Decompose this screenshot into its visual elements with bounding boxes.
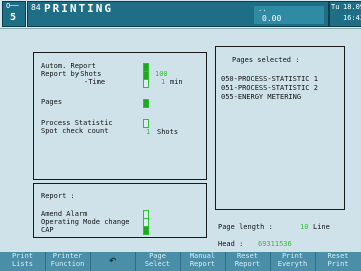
date-label: 18.09.0 — [343, 3, 361, 11]
printing-screen: O── 5 84 PRINTING .. 0.00 Tu 18.09.0 16:… — [0, 0, 361, 271]
page-title: PRINTING — [44, 2, 113, 15]
report-by-time-checkbox[interactable] — [143, 79, 149, 88]
return-arrow-icon: ↶ — [108, 253, 117, 268]
reset-report-button[interactable]: Reset Report — [225, 252, 271, 271]
pages-selected-panel: Pages selected : 050-PROCESS-STATISTIC 1… — [215, 46, 345, 210]
softkey-line2: Report — [234, 260, 261, 268]
report-options-panel: Report : Amend Alarm Operating Mode chan… — [33, 183, 207, 238]
pages-checkbox[interactable] — [143, 99, 149, 108]
list-item[interactable]: 055-ENERGY METERING — [221, 93, 301, 101]
time-value[interactable]: 1 — [161, 78, 165, 86]
report-title: Report : — [41, 192, 75, 200]
softkey-line2: Print — [327, 260, 349, 268]
header-bar: O── 5 84 PRINTING .. 0.00 Tu 18.09.0 16:… — [0, 0, 361, 29]
softkey-line1: Reset — [327, 252, 349, 260]
operating-mode-label: Operating Mode change — [41, 218, 130, 226]
softkey-line1: Printer — [52, 252, 83, 260]
day-label: Tu — [331, 3, 340, 11]
softkey-line1: Page — [149, 252, 166, 260]
print-lists-button[interactable]: Print Lists — [0, 252, 46, 271]
spot-check-unit: Shots — [157, 128, 179, 136]
time-label-row: -Time — [84, 78, 106, 86]
list-item[interactable]: 050-PROCESS-STATISTIC 1 — [221, 75, 318, 83]
pages-selected-title: Pages selected : — [232, 56, 300, 64]
shots-value[interactable]: 100 — [155, 70, 168, 78]
printer-function-button[interactable]: Printer Function — [45, 252, 91, 271]
header-value-dots: .. — [258, 5, 267, 13]
list-item[interactable]: 051-PROCESS-STATISTIC 2 — [221, 84, 318, 92]
page-length-unit: Line — [313, 223, 330, 231]
autom-report-label: Autom. Report — [41, 62, 96, 70]
page-length-label: Page length : — [218, 223, 273, 231]
print-everything-button[interactable]: Print Everyth — [270, 252, 316, 271]
softkey-line1: Print — [11, 252, 34, 260]
amend-alarm-label: Amend Alarm — [41, 210, 88, 218]
time-label: 16:43:4 — [343, 14, 361, 22]
softkey-line2: Select — [144, 260, 171, 268]
head-label: Head : — [218, 240, 244, 248]
report-by-label: Report by — [41, 70, 79, 78]
softkey-line2: Everyth — [277, 260, 308, 268]
head-value[interactable]: 69311536 — [258, 240, 292, 248]
manual-report-button[interactable]: Manual Report — [180, 252, 226, 271]
page-length-value[interactable]: 10 — [300, 223, 308, 231]
spot-check-value[interactable]: 1 — [146, 128, 150, 136]
time-unit: min — [170, 78, 183, 86]
page-select-button[interactable]: Page Select — [135, 252, 181, 271]
process-statistic-label: Process Statistic — [41, 119, 113, 127]
softkey-line2: Lists — [11, 260, 34, 268]
spot-check-label: Spot check count — [41, 127, 109, 135]
screen-code: 84 — [31, 3, 41, 12]
softkey-line1: Manual — [189, 252, 216, 260]
header-value: 0.00 — [262, 14, 282, 23]
back-button[interactable]: ↶ — [90, 252, 136, 271]
cap-checkbox[interactable] — [143, 226, 149, 235]
pages-label: Pages — [41, 98, 63, 106]
softkey-line2: Report — [189, 260, 216, 268]
process-statistic-checkbox[interactable] — [143, 119, 149, 128]
softkey-line1: Reset — [236, 252, 259, 260]
screen-key-box[interactable]: O── 5 — [2, 1, 26, 27]
datetime-box: Tu 18.09.0 16:43:4 — [329, 1, 361, 27]
screen-number: 5 — [10, 12, 17, 23]
cap-label: CAP — [41, 226, 54, 234]
shots-label: -Shots — [76, 70, 102, 78]
reset-print-button[interactable]: Reset Print — [315, 252, 361, 271]
softkey-line2: Function — [50, 260, 85, 268]
key-icon: O── — [6, 2, 19, 10]
report-settings-panel: Autom. Report Report by -Shots 100 -Time… — [33, 52, 207, 180]
softkey-line1: Print — [281, 252, 304, 260]
